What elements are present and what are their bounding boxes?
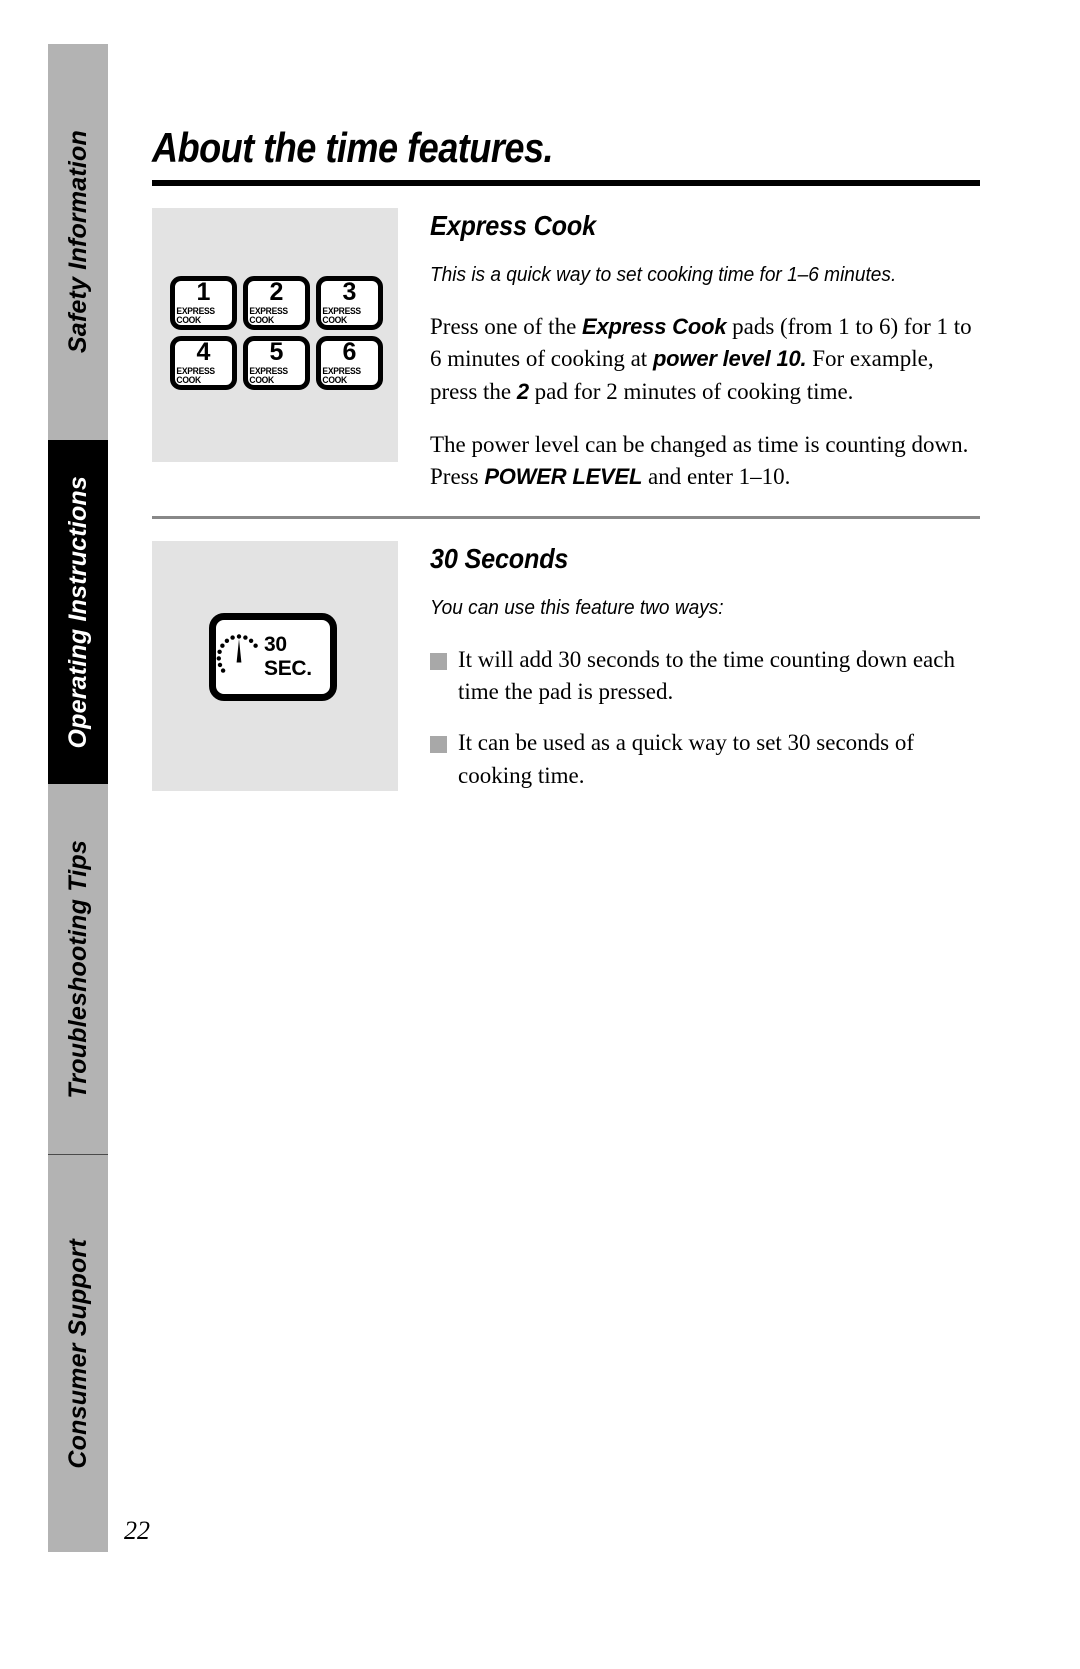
sidebar-tab-label: Operating Instructions — [63, 475, 92, 749]
express-cook-text: Express Cook This is a quick way to set … — [430, 210, 980, 514]
page-title: About the time features. — [152, 124, 554, 171]
section-divider — [152, 516, 980, 519]
section-heading: 30 Seconds — [430, 543, 569, 574]
express-cook-figure: 1 EXPRESS COOK 2 EXPRESS COOK 3 EXPRESS … — [152, 208, 398, 462]
page-content: About the time features. 1 EXPRESS COOK … — [152, 0, 980, 1669]
express-cook-keypad: 1 EXPRESS COOK 2 EXPRESS COOK 3 EXPRESS … — [170, 276, 383, 390]
manual-page: Safety Information Operating Instruction… — [0, 0, 1080, 1669]
sidebar-tab-operating-instructions[interactable]: Operating Instructions — [48, 440, 108, 784]
text-run-bold: POWER LEVEL — [484, 464, 643, 490]
sidebar-tab-troubleshooting-tips[interactable]: Troubleshooting Tips — [48, 784, 108, 1154]
sidebar-tab-consumer-support[interactable]: Consumer Support — [48, 1155, 108, 1552]
timer-icon — [216, 632, 262, 683]
text-run-bold: Express Cook — [582, 313, 727, 339]
text-run-bold: power level 10. — [652, 346, 807, 372]
title-rule — [152, 180, 980, 186]
list-item-text: It can be used as a quick way to set 30 … — [458, 729, 915, 788]
key-number: 1 — [196, 277, 211, 306]
key-sublabel: EXPRESS COOK — [322, 306, 361, 326]
bullet-square-icon — [430, 652, 447, 670]
bullet-square-icon — [430, 735, 447, 753]
text-run: and enter 1–10. — [642, 464, 791, 490]
text-run: Press one of the — [430, 313, 583, 339]
list-item-text: It will add 30 seconds to the time count… — [458, 646, 955, 705]
thirty-seconds-figure: 30 SEC. — [152, 541, 398, 791]
express-cook-key-4[interactable]: 4 EXPRESS COOK — [170, 336, 237, 390]
sidebar-tab-label: Consumer Support — [63, 1238, 92, 1469]
key-number: 6 — [342, 337, 357, 366]
thirty-seconds-text: 30 Seconds You can use this feature two … — [430, 543, 980, 810]
thirty-second-pad-button[interactable]: 30 SEC. — [209, 613, 337, 701]
section-intro: You can use this feature two ways: — [430, 596, 724, 619]
sidebar-tabs: Safety Information Operating Instruction… — [48, 44, 108, 1552]
key-sublabel: EXPRESS COOK — [249, 366, 288, 386]
express-cook-key-1[interactable]: 1 EXPRESS COOK — [170, 276, 237, 330]
pad-content: 30 SEC. — [216, 632, 330, 683]
paragraph: Press one of the Express Cook pads (from… — [430, 311, 980, 409]
express-cook-key-5[interactable]: 5 EXPRESS COOK — [243, 336, 310, 390]
key-number: 4 — [196, 337, 211, 366]
paragraph: The power level can be changed as time i… — [430, 429, 980, 494]
key-sublabel: EXPRESS COOK — [322, 366, 361, 386]
express-cook-key-6[interactable]: 6 EXPRESS COOK — [316, 336, 383, 390]
list-item: It can be used as a quick way to set 30 … — [430, 727, 980, 792]
section-heading: Express Cook — [430, 210, 596, 241]
key-number: 3 — [342, 277, 357, 306]
text-run-bold: 2 — [516, 378, 529, 404]
express-cook-key-3[interactable]: 3 EXPRESS COOK — [316, 276, 383, 330]
page-number: 22 — [124, 1516, 150, 1545]
key-number: 5 — [269, 337, 284, 366]
text-run: pad for 2 minutes of cooking time. — [528, 378, 854, 404]
sidebar-tab-label: Troubleshooting Tips — [63, 839, 92, 1099]
list-item: It will add 30 seconds to the time count… — [430, 644, 980, 709]
pad-label: 30 SEC. — [264, 633, 312, 680]
key-sublabel: EXPRESS COOK — [176, 366, 215, 386]
sidebar-tab-label: Safety Information — [63, 130, 92, 354]
section-intro: This is a quick way to set cooking time … — [430, 263, 897, 286]
key-number: 2 — [269, 277, 284, 306]
key-sublabel: EXPRESS COOK — [176, 306, 215, 326]
sidebar-tab-safety-information[interactable]: Safety Information — [48, 44, 108, 440]
express-cook-key-2[interactable]: 2 EXPRESS COOK — [243, 276, 310, 330]
key-sublabel: EXPRESS COOK — [249, 306, 288, 326]
